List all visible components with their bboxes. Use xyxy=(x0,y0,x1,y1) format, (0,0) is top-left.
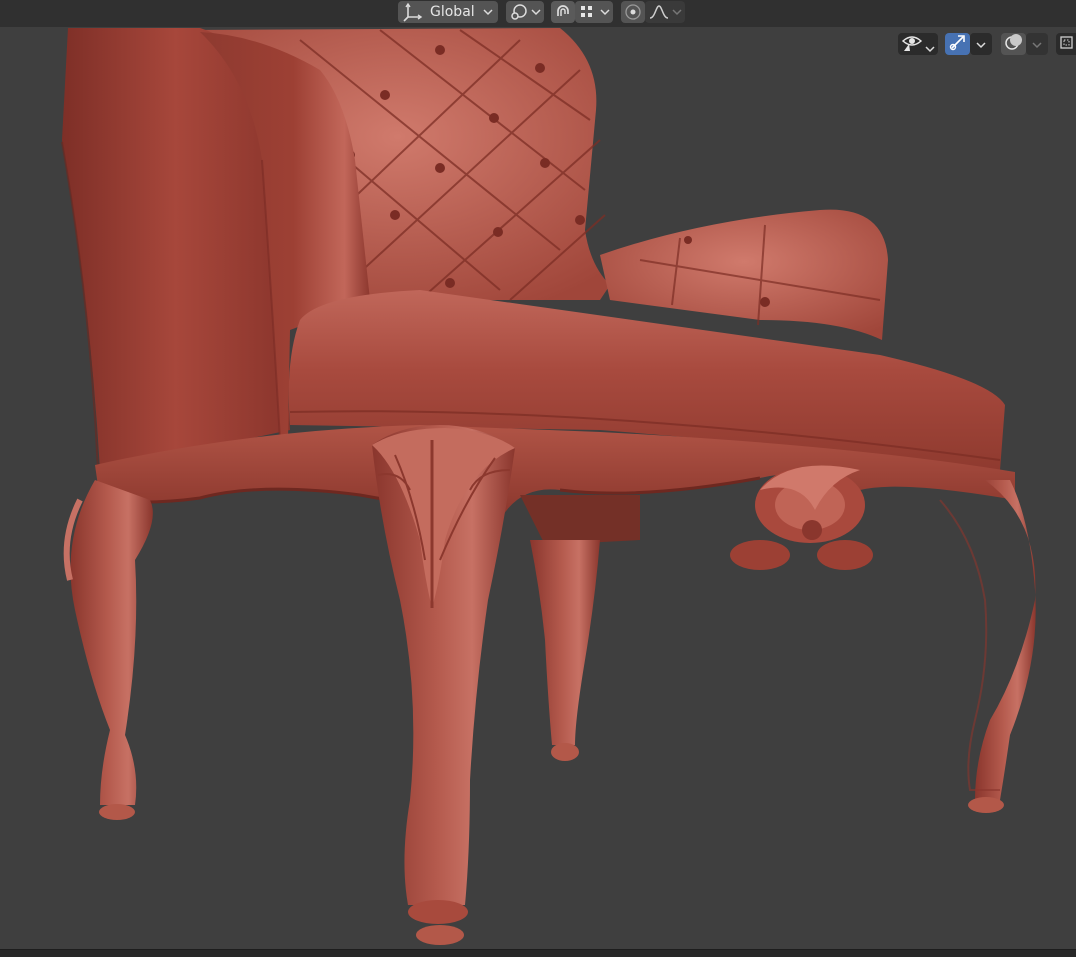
pivot-point-icon xyxy=(509,2,529,22)
overlays-icon xyxy=(1004,32,1024,56)
3d-viewport[interactable] xyxy=(0,27,1076,949)
overlays-toggle-button[interactable] xyxy=(1001,33,1026,55)
proportional-falloff-dropdown[interactable] xyxy=(645,1,685,23)
snap-magnet-icon xyxy=(553,2,573,22)
gizmo-toggle-icon xyxy=(948,32,968,56)
object-visibility-dropdown[interactable] xyxy=(898,33,938,55)
proportional-editing-icon xyxy=(624,3,642,21)
chevron-down-icon xyxy=(976,35,986,54)
chevron-down-icon xyxy=(672,7,682,17)
transform-orientation-label: Global xyxy=(430,4,475,20)
snap-target-dropdown[interactable] xyxy=(575,1,613,23)
gizmo-toggle-button[interactable] xyxy=(945,33,970,55)
chevron-down-icon xyxy=(483,7,493,17)
pivot-point-dropdown[interactable] xyxy=(506,1,544,23)
snap-increment-grid-icon xyxy=(579,4,595,20)
transform-orientation-dropdown[interactable]: Global xyxy=(398,1,498,23)
chair-model[interactable] xyxy=(0,27,1076,949)
chevron-down-icon xyxy=(600,7,610,17)
xray-toggle-icon xyxy=(1058,34,1074,54)
carved-ornament xyxy=(730,465,873,570)
viewport-header: Global xyxy=(0,0,1076,28)
proportional-editing-toggle[interactable] xyxy=(621,1,645,23)
falloff-curve-icon xyxy=(649,3,669,21)
chevron-down-icon xyxy=(925,39,935,58)
chevron-down-icon xyxy=(1032,35,1042,54)
gizmo-dropdown[interactable] xyxy=(970,33,992,55)
chevron-down-icon xyxy=(531,7,541,17)
overlays-dropdown[interactable] xyxy=(1026,33,1048,55)
snap-toggle-button[interactable] xyxy=(551,1,575,23)
transform-orientation-icon xyxy=(402,2,424,22)
xray-toggle-button[interactable] xyxy=(1056,33,1076,55)
eye-visibility-icon xyxy=(901,32,923,56)
